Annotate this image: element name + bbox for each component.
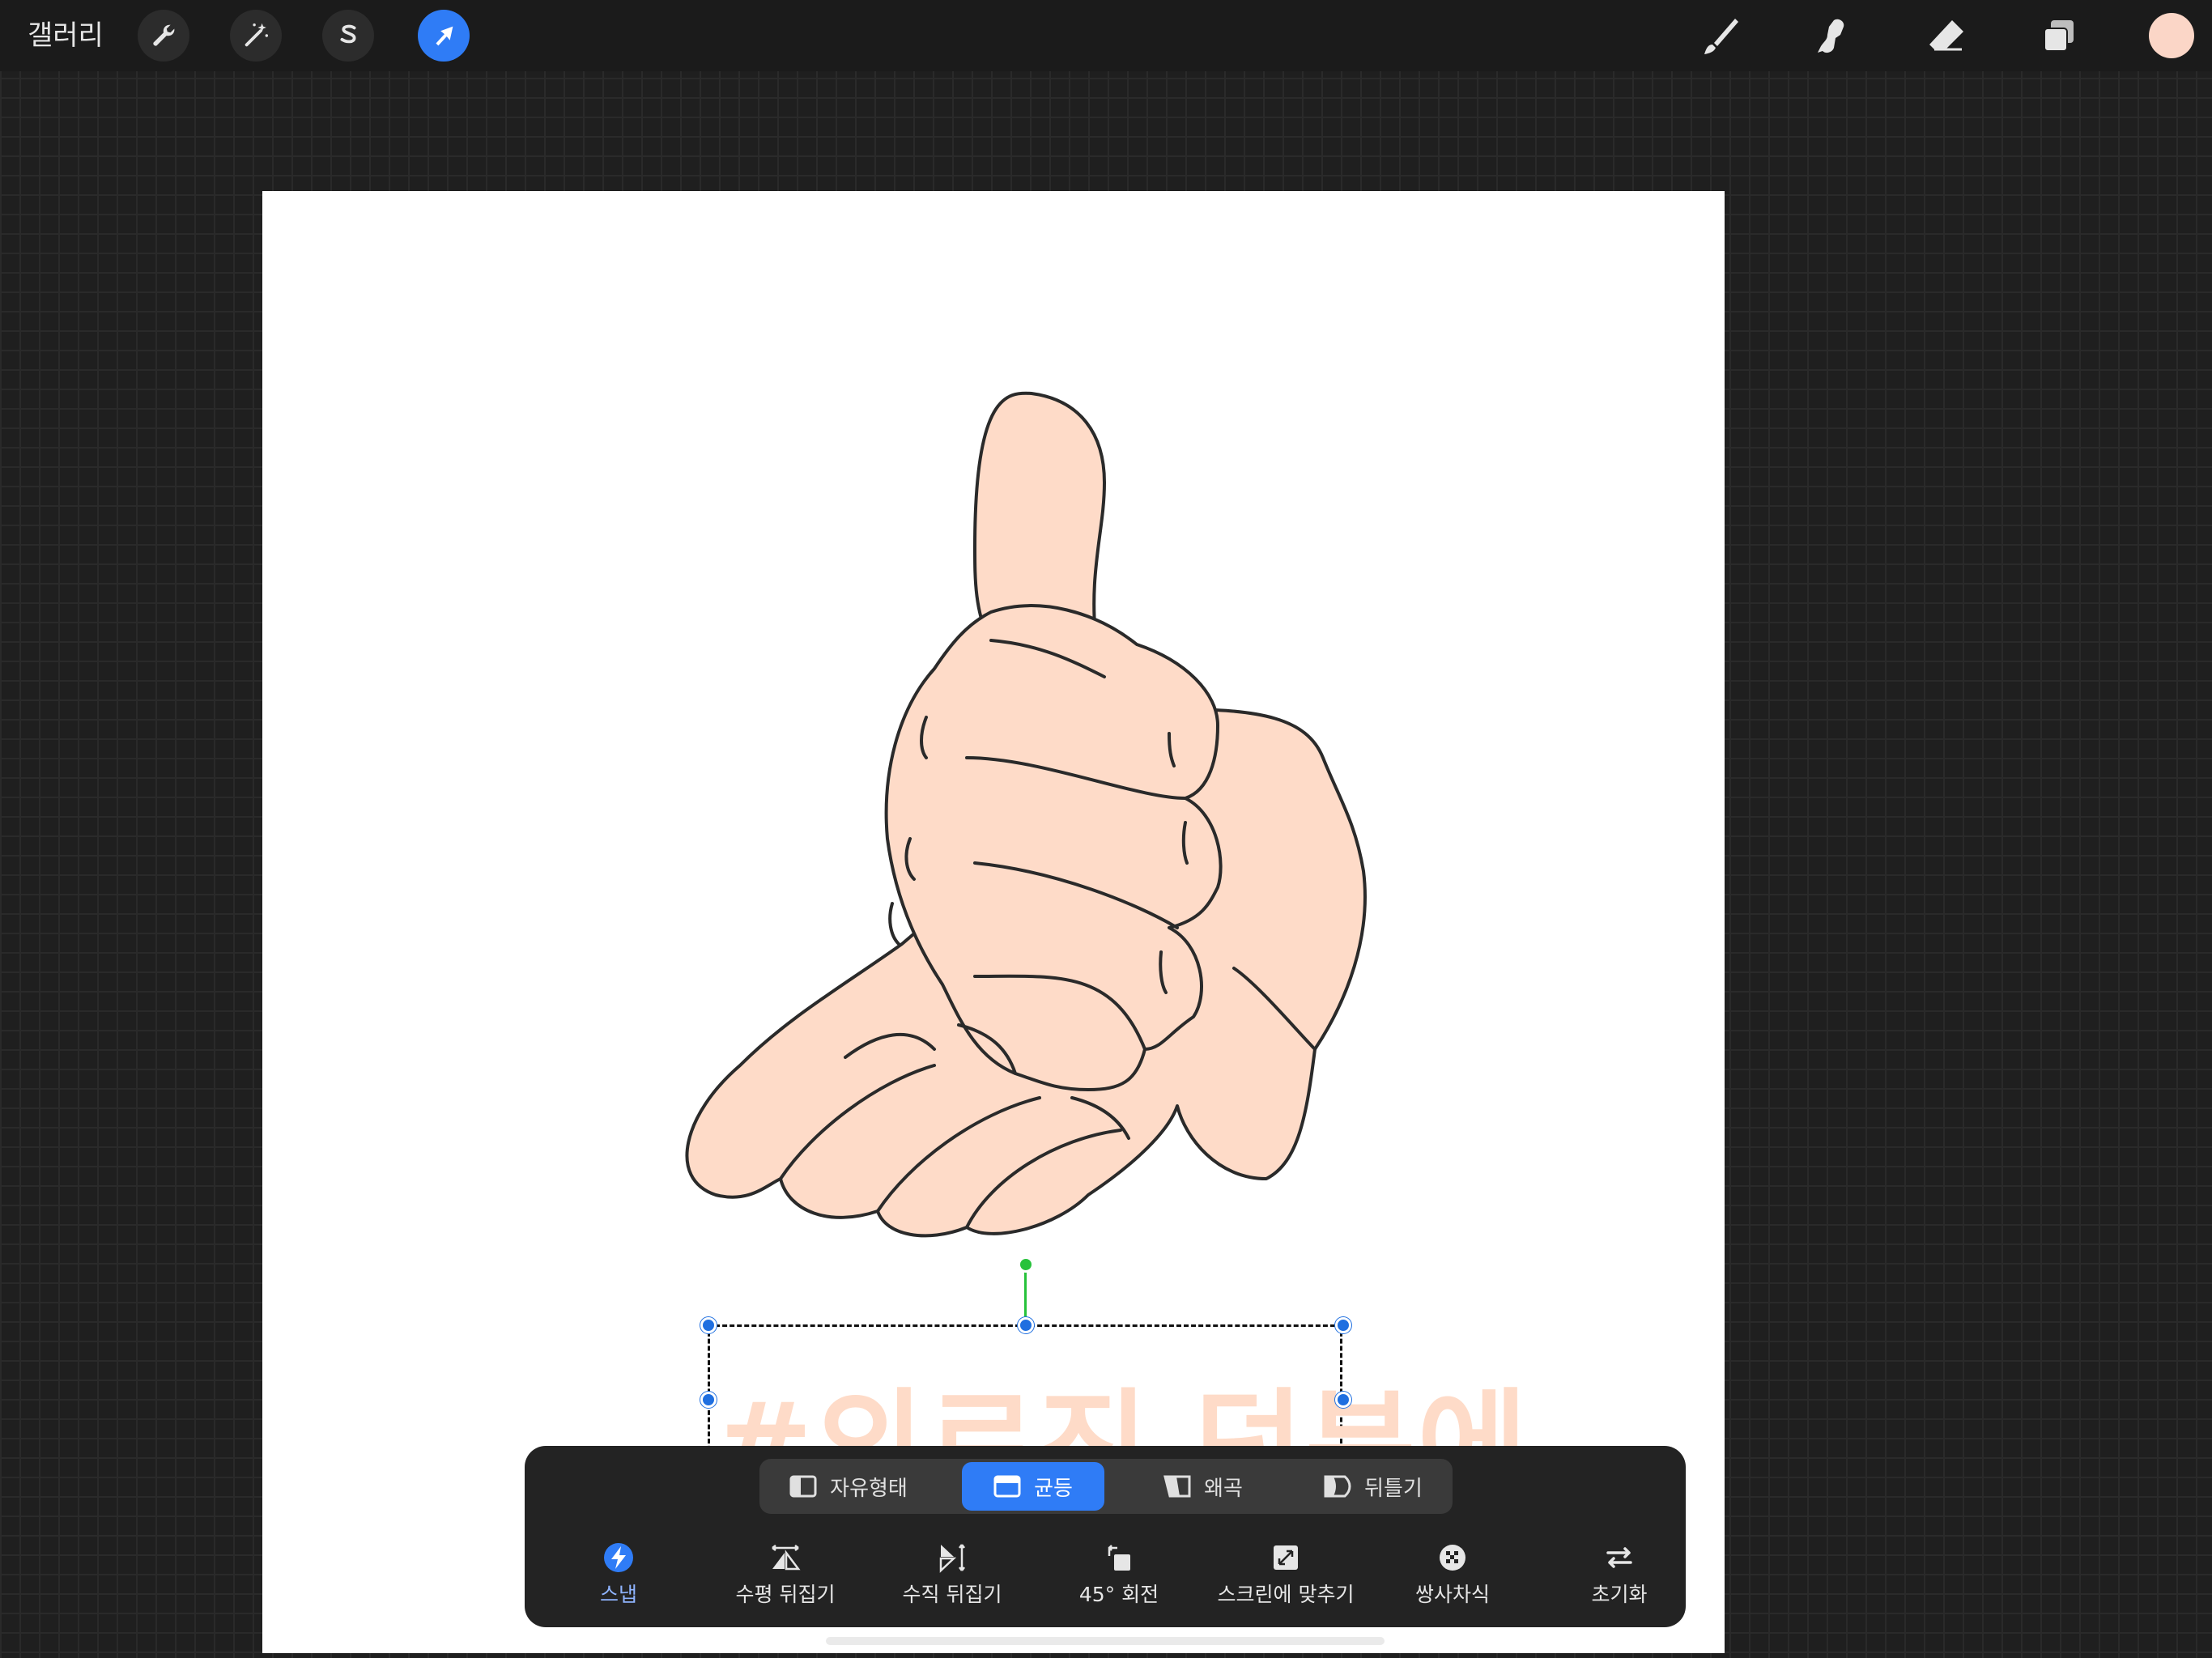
rotate-45-icon <box>1108 1545 1130 1571</box>
snap-lightning-icon <box>604 1543 633 1572</box>
flip-horizontal-icon <box>772 1545 801 1571</box>
mode-distort-tab[interactable]: 왜곡 <box>1132 1462 1274 1511</box>
selection-button[interactable] <box>322 10 374 62</box>
fit-to-screen-icon <box>1274 1545 1298 1570</box>
distort-icon <box>1163 1475 1191 1498</box>
mode-uniform-label: 균등 <box>1034 1476 1073 1501</box>
mode-warp-tab[interactable]: 뒤틀기 <box>1302 1462 1444 1511</box>
magic-wand-icon <box>245 23 269 47</box>
rotate-45-button[interactable]: 45° 회전 <box>1038 1541 1200 1614</box>
edge-handle-top[interactable] <box>1018 1317 1034 1333</box>
color-picker-swatch[interactable] <box>2149 13 2194 58</box>
flip-horizontal-button[interactable]: 수평 뒤집기 <box>704 1541 866 1614</box>
interpolation-label: 쌍사차식 <box>1414 1583 1490 1606</box>
drawing-canvas[interactable]: #의료진 덕분에 <box>262 191 1725 1653</box>
reset-button[interactable]: 초기화 <box>1538 1541 1700 1614</box>
eraser-icon <box>1929 20 1963 51</box>
transform-toolbar: 자유형태 균등 왜곡 뒤틀기 스냅 수평 뒤집기 수직 뒤집기 45° 회전 스… <box>525 1446 1686 1627</box>
layers-icon <box>2044 20 2074 52</box>
mode-distort-label: 왜곡 <box>1204 1476 1243 1501</box>
app-screen: 갤러리 자유형태 균등 왜곡 뒤틀기 스냅 수평 뒤집기 수직 뒤집기 45° … <box>0 0 2212 1658</box>
uniform-icon <box>993 1475 1021 1498</box>
rotation-handle[interactable] <box>1018 1256 1034 1273</box>
fit-to-screen-label: 스크린에 맞추기 <box>1217 1583 1355 1606</box>
eraser-button[interactable] <box>1921 11 1971 62</box>
mode-freeform-label: 자유형태 <box>830 1476 908 1501</box>
smudge-icon <box>1818 19 1844 53</box>
reset-label: 초기화 <box>1591 1583 1648 1606</box>
flip-vertical-icon <box>939 1544 965 1573</box>
freeform-icon <box>789 1475 817 1498</box>
brush-button[interactable] <box>1694 11 1744 62</box>
edge-handle-right[interactable] <box>1335 1392 1351 1408</box>
rotation-stem <box>1024 1268 1027 1323</box>
edge-handle-left[interactable] <box>700 1392 717 1408</box>
mode-freeform-tab[interactable]: 자유형태 <box>768 1462 929 1511</box>
actions-button[interactable] <box>138 10 189 62</box>
snap-button[interactable]: 스냅 <box>538 1541 700 1614</box>
transform-button[interactable] <box>418 10 470 62</box>
flip-horizontal-label: 수평 뒤집기 <box>735 1583 836 1606</box>
interpolation-icon <box>1440 1545 1465 1571</box>
snap-label: 스냅 <box>599 1583 637 1606</box>
home-indicator[interactable] <box>826 1637 1385 1645</box>
mode-uniform-tab[interactable]: 균등 <box>962 1462 1104 1511</box>
corner-handle-top-left[interactable] <box>700 1317 717 1333</box>
gallery-button[interactable]: 갤러리 <box>28 13 104 58</box>
transform-mode-selector: 자유형태 균등 왜곡 뒤틀기 <box>759 1459 1453 1514</box>
flip-vertical-button[interactable]: 수직 뒤집기 <box>871 1541 1033 1614</box>
smudge-button[interactable] <box>1807 11 1857 62</box>
mode-warp-label: 뒤틀기 <box>1364 1476 1423 1501</box>
reset-icon <box>1606 1547 1632 1568</box>
top-toolbar: 갤러리 <box>0 0 2212 71</box>
corner-handle-top-right[interactable] <box>1335 1317 1351 1333</box>
arrow-cursor-icon <box>436 26 453 46</box>
interpolation-button[interactable]: 쌍사차식 <box>1372 1541 1534 1614</box>
flip-vertical-label: 수직 뒤집기 <box>902 1583 1002 1606</box>
fit-to-screen-button[interactable]: 스크린에 맞추기 <box>1205 1541 1367 1614</box>
warp-icon <box>1324 1475 1351 1498</box>
selection-s-icon <box>340 24 356 44</box>
layers-button[interactable] <box>2034 11 2084 62</box>
rotate-45-label: 45° 회전 <box>1078 1583 1159 1606</box>
brush-icon <box>1704 19 1738 54</box>
adjustments-button[interactable] <box>230 10 282 62</box>
wrench-icon <box>153 24 175 46</box>
